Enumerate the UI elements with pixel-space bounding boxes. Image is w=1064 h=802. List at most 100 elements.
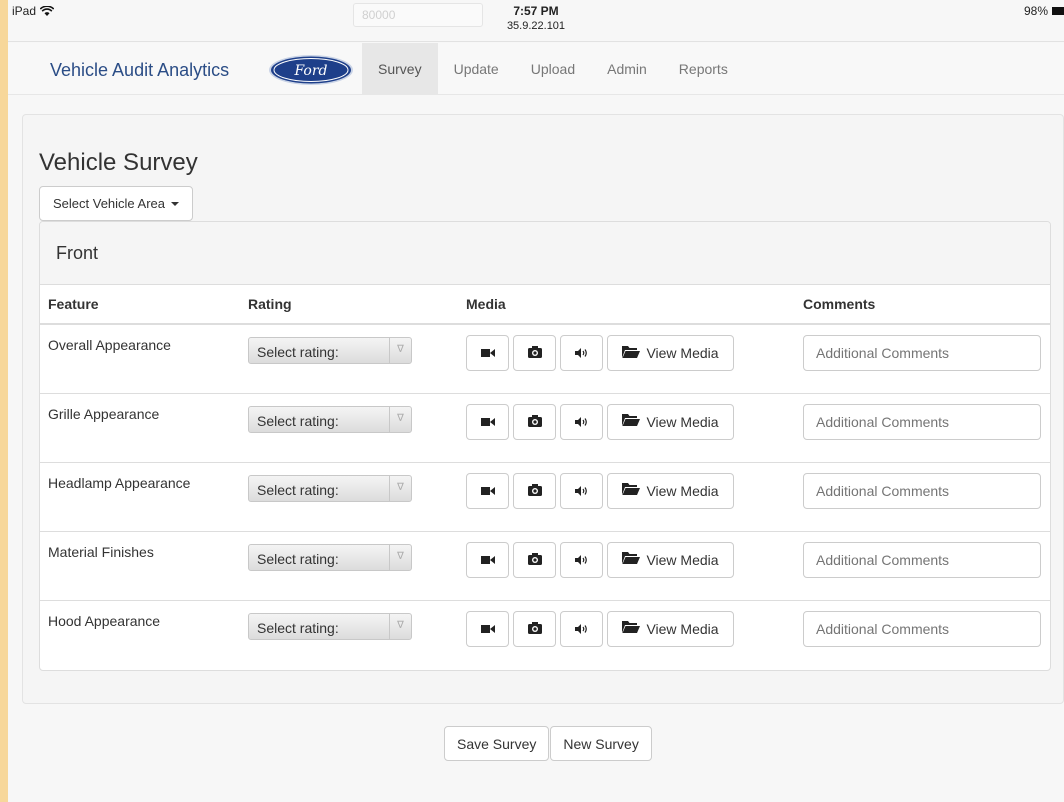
rating-select[interactable]: Select rating: ∇ [248,612,412,640]
brand-title[interactable]: Vehicle Audit Analytics [50,60,229,81]
record-video-button[interactable] [466,403,509,440]
column-header-comments: Comments [795,285,1050,325]
rating-select[interactable]: Select rating: ∇ [248,337,412,364]
speaker-icon [574,345,589,361]
chevron-down-icon: ∇ [389,338,411,363]
media-buttons: View Media [466,610,787,647]
view-media-label: View Media [646,345,719,361]
status-center: 7:57 PM 35.9.22.101 [8,4,1064,32]
media-cell: View Media [458,599,795,669]
take-photo-button[interactable] [513,541,556,578]
table-header-row: Feature Rating Media Comments [40,285,1050,325]
record-audio-button[interactable] [560,610,603,647]
comments-cell [795,324,1050,393]
comments-cell [795,530,1050,600]
feature-name: Headlamp Appearance [40,461,240,531]
table-row: Headlamp Appearance Select rating: ∇ View M… [40,461,1050,531]
speaker-icon [574,414,589,430]
feature-name: Overall Appearance [48,337,171,353]
rating-select-value: Select rating: [257,344,339,360]
ford-logo-text: Ford [293,63,327,79]
rating-cell: Select rating: ∇ [240,324,458,393]
rating-select-value: Select rating: [257,412,339,429]
speaker-icon [574,621,589,637]
new-survey-button[interactable]: New Survey [550,726,652,761]
chevron-down-icon: ∇ [389,406,411,432]
view-media-label: View Media [646,413,719,430]
folder-open-icon [622,551,641,568]
media-cell: View Media [458,461,795,531]
comments-input[interactable] [803,472,1041,509]
nav-item-survey[interactable]: Survey [362,43,438,95]
view-media-button[interactable]: View Media [607,403,734,440]
comments-input[interactable] [803,403,1041,440]
chevron-down-icon: ∇ [389,475,411,501]
speaker-icon [574,483,589,499]
comments-cell [795,392,1050,462]
comments-input[interactable] [803,610,1041,647]
record-video-button[interactable] [466,541,509,578]
status-ip: 35.9.22.101 [506,20,566,32]
rating-select-value: Select rating: [257,619,339,636]
battery-icon [1052,7,1064,15]
view-media-button[interactable]: View Media [607,541,734,578]
record-audio-button[interactable] [560,335,603,371]
save-survey-button[interactable]: Save Survey [444,726,550,761]
nav-item-upload[interactable]: Upload [515,43,591,95]
view-media-label: View Media [646,482,719,499]
nav-item-update[interactable]: Update [438,43,515,95]
vehicle-area-label: Select Vehicle Area [53,196,166,211]
feature-name: Hood Appearance [40,599,240,669]
rating-cell: Select rating: ∇ [240,392,458,462]
comments-cell [795,599,1050,669]
rating-select[interactable]: Select rating: ∇ [248,474,412,502]
feature-table: Feature Rating Media Comments Overall Ap… [40,285,1050,669]
view-media-label: View Media [646,551,719,568]
rating-select-value: Select rating: [257,481,339,498]
table-row: Grille Appearance Select rating: ∇ View Med… [40,392,1050,462]
view-media-label: View Media [646,620,719,637]
take-photo-button[interactable] [513,610,556,647]
media-buttons: View Media [466,472,787,509]
rating-cell: Select rating: ∇ [240,461,458,531]
comments-input[interactable] [803,541,1041,578]
record-video-button[interactable] [466,610,509,647]
rating-cell: Select rating: ∇ [240,530,458,600]
take-photo-button[interactable] [513,472,556,509]
nav-item-admin[interactable]: Admin [591,43,663,95]
view-media-button[interactable]: View Media [607,335,734,371]
record-video-button[interactable] [466,335,509,371]
rating-select[interactable]: Select rating: ∇ [248,405,412,433]
vehicle-area-dropdown[interactable]: Select Vehicle Area [39,186,194,221]
take-photo-button[interactable] [513,403,556,440]
view-media-button[interactable]: View Media [607,472,734,509]
rating-select[interactable]: Select rating: ∇ [248,543,412,571]
speaker-icon [574,552,589,568]
folder-open-icon [622,620,641,637]
video-camera-icon [480,483,495,499]
column-header-feature: Feature [40,285,240,325]
column-header-rating: Rating [240,285,458,325]
feature-name: Material Finishes [40,530,240,600]
record-audio-button[interactable] [560,541,603,578]
table-row: Overall Appearance Select rating: ∇ View Me… [40,324,1050,393]
survey-panel: Vehicle Survey Select Vehicle Area Front… [22,114,1064,704]
record-audio-button[interactable] [560,403,603,440]
record-video-button[interactable] [466,472,509,509]
take-photo-button[interactable] [513,335,556,371]
nav-item-reports[interactable]: Reports [663,43,744,95]
table-row: Material Finishes Select rating: ∇ View Med… [40,530,1050,600]
navbar: Vehicle Audit Analytics Ford Survey Updat… [8,43,1064,95]
media-buttons: View Media [466,541,787,578]
media-buttons: View Media [466,335,787,371]
video-camera-icon [480,552,495,568]
folder-open-icon [622,413,641,430]
section-heading: Front [40,222,1050,285]
media-buttons: View Media [466,403,787,440]
record-audio-button[interactable] [560,472,603,509]
view-media-button[interactable]: View Media [607,610,734,647]
comments-cell [795,461,1050,531]
comments-input[interactable] [803,335,1041,371]
feature-name: Grille Appearance [40,392,240,462]
table-row: Hood Appearance Select rating: ∇ View Media [40,599,1050,669]
